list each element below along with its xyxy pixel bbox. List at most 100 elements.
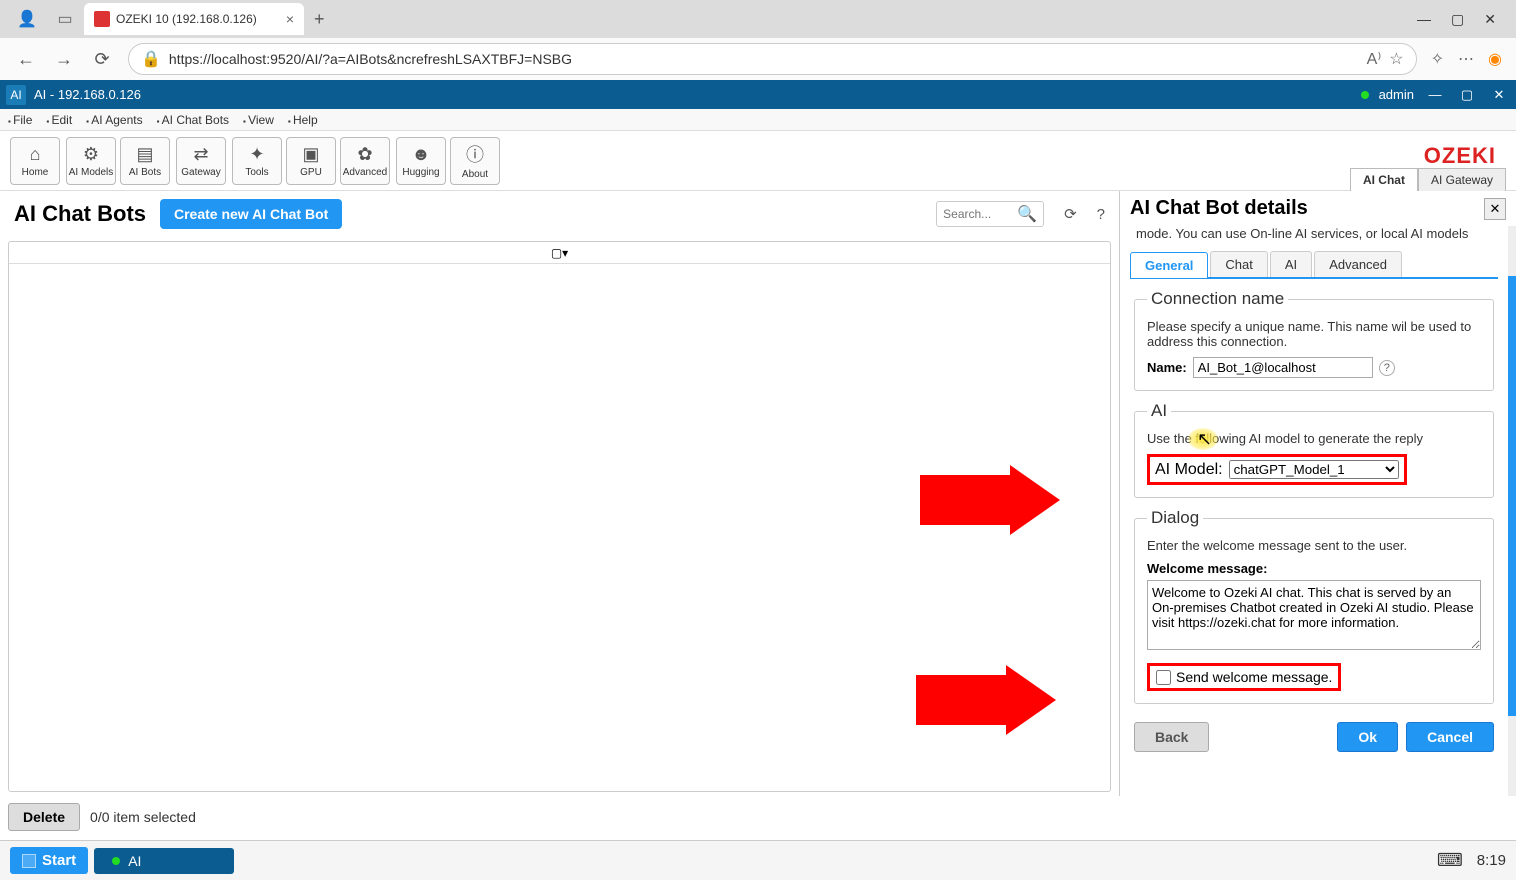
dialog-legend: Dialog: [1147, 508, 1203, 528]
left-header: AI Chat Bots Create new AI Chat Bot 🔍 ⟳ …: [0, 191, 1119, 237]
create-chatbot-button[interactable]: Create new AI Chat Bot: [160, 199, 342, 229]
start-button[interactable]: Start: [10, 847, 88, 874]
ok-button[interactable]: Ok: [1337, 722, 1398, 752]
refresh-icon[interactable]: ⟳: [1064, 205, 1077, 223]
tool-advanced[interactable]: ✿Advanced: [340, 137, 390, 185]
favicon-icon: [94, 11, 110, 27]
extension-icon[interactable]: ◉: [1488, 49, 1502, 69]
connection-desc: Please specify a unique name. This name …: [1147, 319, 1481, 349]
tool-ai-bots[interactable]: ▤AI Bots: [120, 137, 170, 185]
back-button[interactable]: Back: [1134, 722, 1209, 752]
tab-ai[interactable]: AI: [1270, 251, 1312, 277]
tab-ai-chat[interactable]: AI Chat: [1350, 168, 1418, 191]
tool-tools[interactable]: ✦Tools: [232, 137, 282, 185]
tool-home[interactable]: ⌂Home: [10, 137, 60, 185]
footer-buttons: Back Ok Cancel: [1120, 714, 1508, 760]
gpu-icon: ▣: [302, 144, 319, 165]
models-icon: ⚙: [83, 144, 99, 165]
details-title: AI Chat Bot details: [1130, 197, 1484, 220]
main-area: AI Chat Bots Create new AI Chat Bot 🔍 ⟳ …: [0, 191, 1516, 796]
hugging-icon: ☻: [412, 144, 431, 165]
url-box[interactable]: 🔒 A⁾ ☆: [128, 43, 1417, 75]
list-header[interactable]: ▢▾: [9, 242, 1110, 264]
bottom-toolbar: Delete 0/0 item selected: [8, 800, 196, 834]
cancel-button[interactable]: Cancel: [1406, 722, 1494, 752]
details-header: AI Chat Bot details ✕: [1120, 191, 1516, 226]
name-help-icon[interactable]: ?: [1379, 360, 1395, 376]
right-tabs: AI Chat AI Gateway: [1350, 168, 1506, 191]
task-item-ai[interactable]: AI: [94, 848, 234, 874]
user-label: admin: [1379, 87, 1414, 102]
tool-gateway[interactable]: ⇄Gateway: [176, 137, 226, 185]
new-tab-button[interactable]: +: [314, 9, 325, 30]
search-icon[interactable]: 🔍: [1017, 204, 1037, 224]
menu-help[interactable]: Help: [288, 113, 318, 127]
close-panel-icon[interactable]: ✕: [1484, 198, 1506, 220]
column-toggle-icon[interactable]: ▢▾: [551, 246, 568, 260]
forward-icon[interactable]: →: [52, 49, 76, 70]
connection-fieldset: Connection name Please specify a unique …: [1134, 289, 1494, 391]
tools-icon: ✦: [249, 144, 264, 165]
advanced-icon: ✿: [357, 144, 372, 165]
ai-fieldset: AI Use the following AI model to generat…: [1134, 401, 1494, 498]
more-icon[interactable]: ⋯: [1458, 49, 1474, 69]
maximize-icon[interactable]: ▢: [1451, 11, 1464, 28]
welcome-textarea[interactable]: [1147, 580, 1481, 650]
app-close-icon[interactable]: ✕: [1488, 87, 1510, 103]
home-icon: ⌂: [30, 144, 41, 165]
tab-detail-advanced[interactable]: Advanced: [1314, 251, 1402, 277]
keyboard-icon[interactable]: ⌨: [1437, 850, 1463, 871]
scrollbar-thumb[interactable]: [1508, 276, 1516, 716]
app-icon: AI: [6, 85, 26, 105]
minimize-icon[interactable]: —: [1417, 11, 1431, 28]
bots-icon: ▤: [136, 144, 153, 165]
menu-ai-agents[interactable]: AI Agents: [86, 113, 142, 127]
send-welcome-checkbox[interactable]: [1156, 670, 1171, 685]
tab-chat[interactable]: Chat: [1210, 251, 1267, 277]
left-pane: AI Chat Bots Create new AI Chat Bot 🔍 ⟳ …: [0, 191, 1120, 796]
favorites-icon[interactable]: ✧: [1431, 49, 1444, 69]
menu-view[interactable]: View: [243, 113, 274, 127]
window-controls: — ▢ ✕: [1417, 11, 1508, 28]
star-icon[interactable]: ☆: [1389, 49, 1403, 69]
send-welcome-label: Send welcome message.: [1176, 669, 1332, 685]
app-title: AI - 192.168.0.126: [34, 87, 141, 102]
model-row-highlight: AI Model: chatGPT_Model_1: [1147, 454, 1407, 485]
profile-icon[interactable]: 👤: [16, 8, 38, 30]
tool-ai-models[interactable]: ⚙AI Models: [66, 137, 116, 185]
status-dot-icon: [1361, 91, 1369, 99]
start-icon: [22, 854, 36, 868]
read-aloud-icon[interactable]: A⁾: [1367, 49, 1382, 69]
detail-tabs: General Chat AI Advanced: [1130, 251, 1498, 279]
gateway-icon: ⇄: [193, 144, 208, 165]
tab-general[interactable]: General: [1130, 252, 1208, 278]
help-icon[interactable]: ?: [1097, 206, 1105, 223]
tab-ai-gateway[interactable]: AI Gateway: [1418, 168, 1506, 191]
reload-icon[interactable]: ⟳: [90, 49, 114, 70]
browser-tab[interactable]: OZEKI 10 (192.168.0.126) ×: [84, 3, 304, 35]
toolbar: ⌂Home ⚙AI Models ▤AI Bots ⇄Gateway ✦Tool…: [0, 131, 1516, 191]
welcome-label: Welcome message:: [1147, 561, 1481, 576]
search-box[interactable]: 🔍: [936, 201, 1044, 227]
search-input[interactable]: [943, 207, 1013, 221]
delete-button[interactable]: Delete: [8, 803, 80, 831]
name-input[interactable]: [1193, 357, 1373, 378]
menu-file[interactable]: File: [8, 113, 32, 127]
back-icon[interactable]: ←: [14, 49, 38, 70]
dialog-fieldset: Dialog Enter the welcome message sent to…: [1134, 508, 1494, 704]
close-icon[interactable]: ✕: [1484, 11, 1496, 28]
name-label: Name:: [1147, 360, 1187, 375]
tabs-icon[interactable]: ▭: [54, 8, 76, 30]
tab-close-icon[interactable]: ×: [286, 11, 294, 27]
app-minimize-icon[interactable]: —: [1424, 87, 1446, 102]
url-input[interactable]: [169, 51, 1359, 67]
menu-edit[interactable]: Edit: [46, 113, 72, 127]
menu-ai-chat-bots[interactable]: AI Chat Bots: [157, 113, 229, 127]
about-icon: ⓘ: [466, 141, 484, 167]
logo-text: OZEKI: [1424, 143, 1496, 169]
model-select[interactable]: chatGPT_Model_1: [1229, 460, 1399, 479]
app-maximize-icon[interactable]: ▢: [1456, 87, 1478, 103]
tool-gpu[interactable]: ▣GPU: [286, 137, 336, 185]
tool-about[interactable]: ⓘAbout: [450, 137, 500, 185]
tool-hugging[interactable]: ☻Hugging: [396, 137, 446, 185]
